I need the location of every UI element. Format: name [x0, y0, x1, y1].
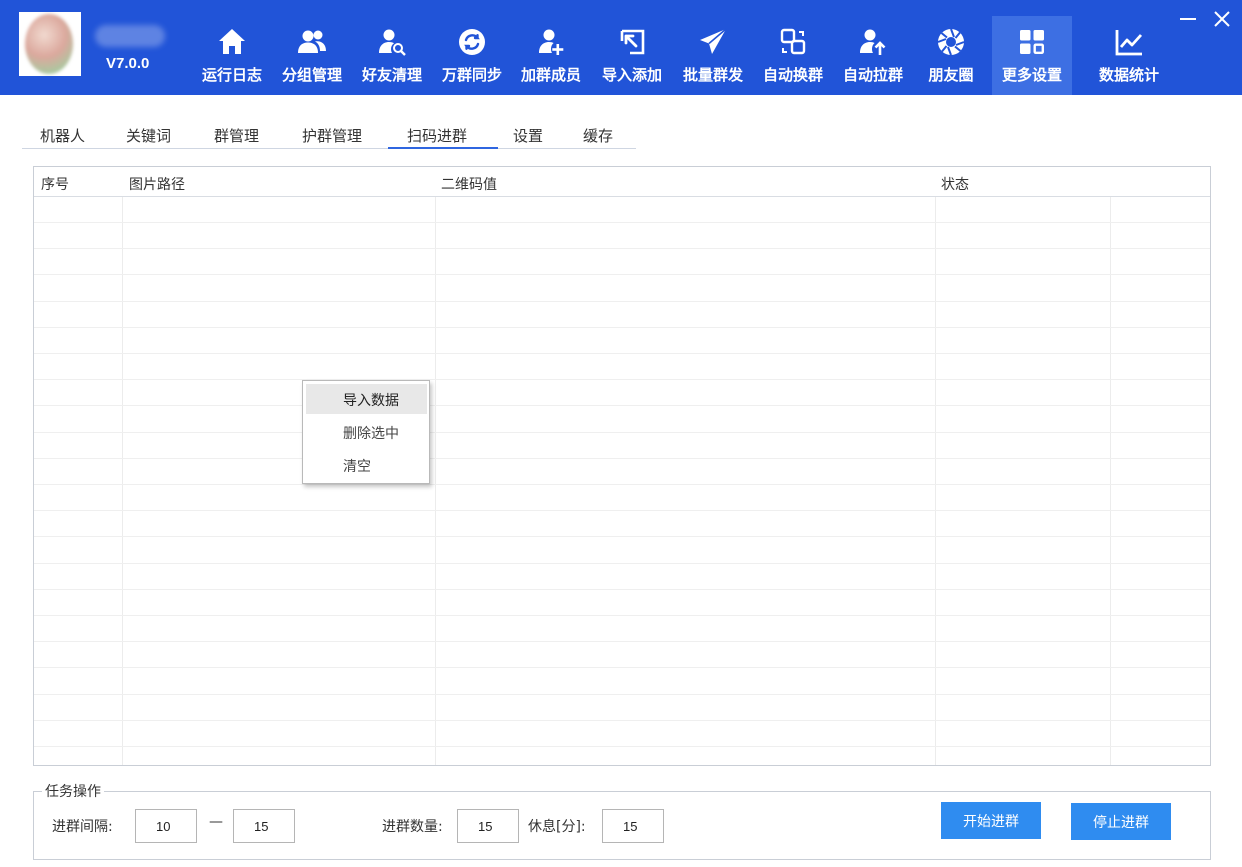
- grid-icon: [1016, 26, 1048, 58]
- table-row[interactable]: [34, 590, 1210, 616]
- send-icon: [697, 26, 729, 58]
- task-operations-group: 任务操作 进群间隔: — 进群数量: 休息[分]: 开始进群 停止进群: [33, 781, 1211, 860]
- close-button[interactable]: [1210, 8, 1234, 32]
- table-header: 序号 图片路径 二维码值 状态: [34, 167, 1210, 197]
- table-row[interactable]: [34, 747, 1210, 765]
- start-join-button[interactable]: 开始进群: [941, 802, 1041, 839]
- nav-data-stats[interactable]: 数据统计: [1090, 16, 1168, 95]
- tab-group-manage[interactable]: 群管理: [214, 125, 259, 146]
- nav-auto-swap-group[interactable]: 自动换群: [758, 16, 828, 95]
- nav-group-sync[interactable]: 万群同步: [437, 16, 507, 95]
- nav-import-add[interactable]: 导入添加: [597, 16, 667, 95]
- menu-item-label: 导入数据: [343, 393, 399, 409]
- table-row[interactable]: [34, 564, 1210, 590]
- nav-auto-pull-group[interactable]: 自动拉群: [838, 16, 908, 95]
- table-row[interactable]: [34, 721, 1210, 747]
- interval-label: 进群间隔:: [52, 819, 113, 835]
- join-count-input[interactable]: [457, 809, 519, 843]
- avatar[interactable]: [19, 12, 81, 76]
- active-tab-indicator: [388, 147, 498, 149]
- table-row[interactable]: [34, 354, 1210, 381]
- nav-label: 更多设置: [1001, 66, 1062, 84]
- table-row[interactable]: [34, 302, 1210, 328]
- home-icon: [216, 26, 248, 58]
- nav-label: 万群同步: [441, 66, 502, 84]
- tab-cache[interactable]: 缓存: [583, 125, 613, 146]
- rest-minutes-input[interactable]: [602, 809, 664, 843]
- title-bar: V7.0.0 运行日志 分组管理 好友清理 万群同步 加群成员 导入添加 批量群…: [0, 0, 1242, 95]
- nav-moments[interactable]: 朋友圈: [918, 16, 984, 95]
- version-label: V7.0.0: [106, 55, 150, 72]
- nav-label: 数据统计: [1098, 66, 1159, 84]
- nav-more-settings[interactable]: 更多设置: [992, 16, 1072, 95]
- rest-minutes-label: 休息[分]:: [528, 819, 586, 835]
- menu-item-clear[interactable]: 清空: [306, 450, 427, 480]
- aperture-icon: [935, 26, 967, 58]
- tab-settings[interactable]: 设置: [513, 125, 543, 146]
- nav-label: 自动拉群: [842, 66, 903, 84]
- table-row[interactable]: [34, 407, 1210, 433]
- nav-label: 运行日志: [201, 66, 262, 84]
- table-row[interactable]: [34, 380, 1210, 407]
- table-row[interactable]: [34, 616, 1210, 643]
- nav-label: 导入添加: [601, 66, 662, 84]
- interval-min-input[interactable]: [135, 809, 197, 843]
- table-row[interactable]: [34, 276, 1210, 302]
- table-row[interactable]: [34, 511, 1210, 538]
- join-count-label: 进群数量:: [382, 819, 443, 835]
- sub-tab-bar: 机器人 关键词 群管理 护群管理 扫码进群 设置 缓存: [22, 123, 636, 149]
- table-row[interactable]: [34, 459, 1210, 485]
- nav-add-group-members[interactable]: 加群成员: [516, 16, 586, 95]
- nav-label: 分组管理: [281, 66, 342, 84]
- import-icon: [616, 26, 648, 58]
- table-row[interactable]: [34, 642, 1210, 669]
- nav-run-log[interactable]: 运行日志: [197, 16, 267, 95]
- nav-label: 朋友圈: [928, 66, 974, 84]
- menu-item-label: 删除选中: [343, 426, 399, 442]
- nav-group-manage[interactable]: 分组管理: [277, 16, 347, 95]
- user-add-icon: [535, 26, 567, 58]
- chart-icon: [1113, 26, 1145, 58]
- table-row[interactable]: [34, 249, 1210, 276]
- table-row[interactable]: [34, 223, 1210, 250]
- menu-item-label: 清空: [343, 459, 371, 475]
- sync-icon: [456, 26, 488, 58]
- stop-join-button[interactable]: 停止进群: [1071, 803, 1171, 840]
- interval-dash: —: [209, 814, 223, 830]
- table-row[interactable]: [34, 197, 1210, 223]
- minimize-button[interactable]: [1176, 8, 1200, 32]
- tab-group-protect[interactable]: 护群管理: [302, 125, 362, 146]
- swap-icon: [777, 26, 809, 58]
- context-menu: 导入数据 删除选中 清空: [302, 380, 430, 484]
- nav-friend-cleanup[interactable]: 好友清理: [357, 16, 427, 95]
- table-row[interactable]: [34, 669, 1210, 695]
- tab-robot[interactable]: 机器人: [40, 125, 85, 146]
- column-header-qr-value[interactable]: 二维码值: [441, 174, 497, 194]
- interval-max-input[interactable]: [233, 809, 295, 843]
- column-header-index[interactable]: 序号: [41, 174, 69, 194]
- account-name-blurred: [95, 25, 165, 47]
- table-row[interactable]: [34, 328, 1210, 354]
- group-legend: 任务操作: [42, 781, 104, 801]
- users-icon: [296, 26, 328, 58]
- column-header-status[interactable]: 状态: [941, 174, 969, 194]
- table-row[interactable]: [34, 695, 1210, 721]
- nav-label: 自动换群: [762, 66, 823, 84]
- column-header-image-path[interactable]: 图片路径: [129, 174, 185, 194]
- user-up-icon: [857, 26, 889, 58]
- nav-label: 好友清理: [361, 66, 422, 84]
- menu-item-import-data[interactable]: 导入数据: [306, 384, 427, 414]
- table-row[interactable]: [34, 485, 1210, 512]
- tab-keywords[interactable]: 关键词: [126, 125, 171, 146]
- avatar-image: [25, 14, 73, 74]
- nav-bulk-send[interactable]: 批量群发: [678, 16, 748, 95]
- user-search-icon: [376, 26, 408, 58]
- qr-join-table[interactable]: 序号 图片路径 二维码值 状态: [33, 166, 1211, 766]
- table-row[interactable]: [34, 433, 1210, 459]
- nav-label: 批量群发: [682, 66, 743, 84]
- nav-label: 加群成员: [520, 66, 581, 84]
- table-row[interactable]: [34, 538, 1210, 564]
- menu-item-delete-selected[interactable]: 删除选中: [306, 417, 427, 447]
- tab-scan-join[interactable]: 扫码进群: [407, 125, 467, 146]
